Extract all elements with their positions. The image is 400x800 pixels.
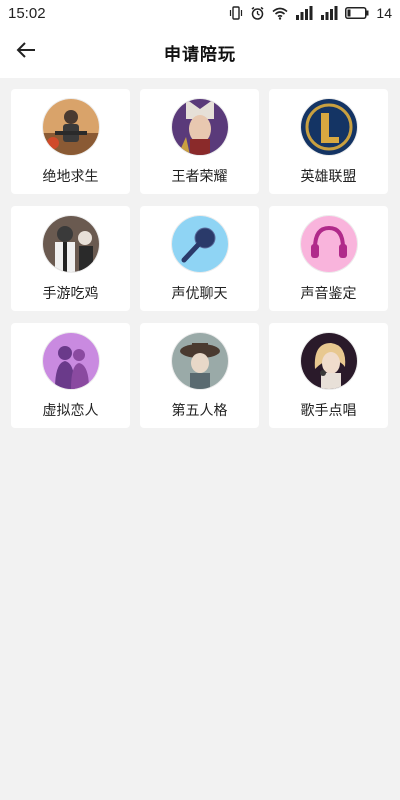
battery-icon — [345, 7, 369, 19]
vibrate-icon — [229, 6, 243, 20]
honor-of-kings-avatar-icon — [171, 99, 228, 155]
category-label: 声音鉴定 — [300, 286, 357, 302]
category-label: 声优聊天 — [171, 286, 228, 302]
category-card-lol[interactable]: 英雄联盟 — [269, 89, 388, 194]
singer-avatar-icon — [300, 333, 357, 389]
signal-3g-icon — [295, 6, 313, 20]
category-card-virtual-lover[interactable]: 虚拟恋人 — [11, 323, 130, 428]
category-card-voice-chat[interactable]: 声优聊天 — [140, 206, 259, 311]
status-icons: 14 — [229, 5, 392, 21]
microphone-avatar-icon — [171, 216, 228, 272]
headphones-avatar-icon — [300, 216, 357, 272]
category-label: 歌手点唱 — [300, 403, 357, 419]
category-card-voice-test[interactable]: 声音鉴定 — [269, 206, 388, 311]
category-label: 第五人格 — [171, 403, 228, 419]
pubg-avatar-icon — [42, 99, 99, 155]
alarm-icon — [250, 6, 265, 21]
lol-avatar-icon — [300, 99, 357, 155]
category-card-singer[interactable]: 歌手点唱 — [269, 323, 388, 428]
couple-avatar-icon — [42, 333, 99, 389]
category-card-mobile-pubg[interactable]: 手游吃鸡 — [11, 206, 130, 311]
nav-bar: 申请陪玩 — [0, 26, 400, 78]
category-grid: 绝地求生 王者荣耀 英雄联盟 手游吃鸡 声优聊天 声音鉴定 虚拟恋人 第五人格 … — [11, 89, 389, 428]
category-card-honor-of-kings[interactable]: 王者荣耀 — [140, 89, 259, 194]
arrow-left-icon — [15, 39, 37, 65]
category-label: 虚拟恋人 — [42, 403, 99, 419]
status-time: 15:02 — [8, 4, 46, 22]
back-button[interactable] — [10, 36, 42, 68]
category-label: 英雄联盟 — [300, 169, 357, 185]
category-label: 王者荣耀 — [171, 169, 228, 185]
category-label: 绝地求生 — [42, 169, 99, 185]
identity-v-avatar-icon — [171, 333, 228, 389]
signal-4g-icon — [320, 6, 338, 20]
battery-percent: 14 — [376, 5, 392, 21]
mobile-pubg-avatar-icon — [42, 216, 99, 272]
category-card-pubg[interactable]: 绝地求生 — [11, 89, 130, 194]
category-label: 手游吃鸡 — [42, 286, 99, 302]
status-bar: 15:02 14 — [0, 0, 400, 26]
category-card-identity-v[interactable]: 第五人格 — [140, 323, 259, 428]
page-title: 申请陪玩 — [164, 44, 236, 65]
wifi-icon — [272, 7, 288, 20]
